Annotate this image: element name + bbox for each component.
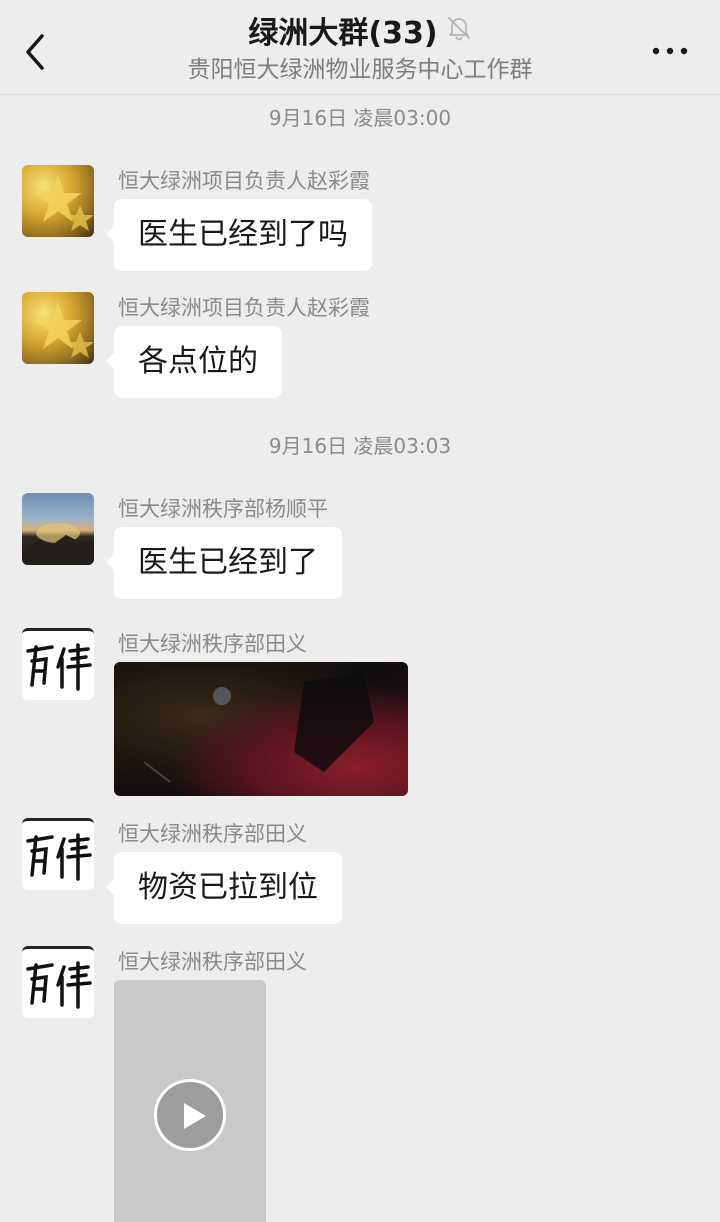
timestamp: 9月16日 凌晨03:00 <box>268 106 452 130</box>
chat-title: 绿洲大群(33) <box>248 16 438 51</box>
calligraphy-avatar[interactable] <box>22 946 94 1018</box>
sender-name: 恒大绿洲秩序部田义 <box>118 822 307 846</box>
video-message[interactable] <box>114 980 266 1222</box>
more-button[interactable] <box>650 38 690 64</box>
play-icon[interactable] <box>154 1079 226 1151</box>
chat-header: 绿洲大群(33) 贵阳恒大绿洲物业服务中心工作群 <box>0 0 720 95</box>
sender-name: 恒大绿洲项目负责人赵彩霞 <box>118 169 370 193</box>
calligraphy-avatar[interactable] <box>22 818 94 890</box>
chat-screen: 绿洲大群(33) 贵阳恒大绿洲物业服务中心工作群 9月16日 凌晨03:00 恒… <box>0 0 720 1222</box>
star-fruit-avatar[interactable] <box>22 165 94 237</box>
calligraphy-avatar[interactable] <box>22 628 94 700</box>
sender-name: 恒大绿洲项目负责人赵彩霞 <box>118 296 370 320</box>
chat-subtitle: 贵阳恒大绿洲物业服务中心工作群 <box>187 57 533 83</box>
more-horizontal-icon <box>650 47 690 68</box>
text-bubble[interactable]: 各点位的 <box>106 326 282 398</box>
star-fruit-avatar[interactable] <box>22 292 94 364</box>
chat-title-row: 绿洲大群(33) <box>0 14 720 55</box>
text-bubble[interactable]: 物资已拉到位 <box>106 852 342 924</box>
bell-off-icon <box>446 12 472 52</box>
image-message[interactable] <box>114 662 408 796</box>
text-bubble[interactable]: 医生已经到了吗 <box>106 199 372 271</box>
text-bubble[interactable]: 医生已经到了 <box>106 527 342 599</box>
sender-name: 恒大绿洲秩序部田义 <box>118 632 307 656</box>
sender-name: 恒大绿洲秩序部田义 <box>118 950 307 974</box>
mountain-avatar[interactable] <box>22 493 94 565</box>
sender-name: 恒大绿洲秩序部杨顺平 <box>118 497 328 521</box>
timestamp: 9月16日 凌晨03:03 <box>268 434 452 458</box>
